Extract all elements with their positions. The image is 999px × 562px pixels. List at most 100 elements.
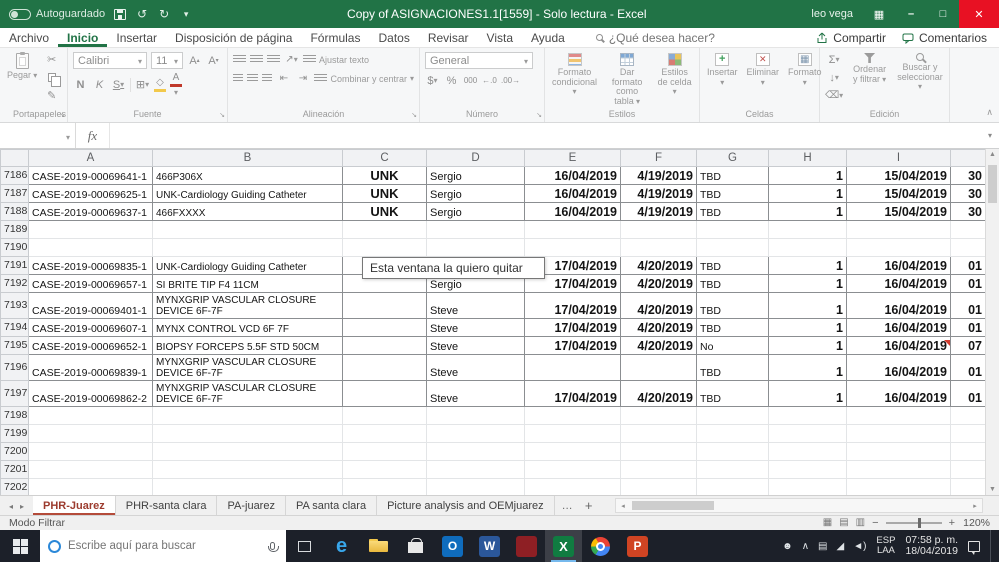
cell[interactable]: [768, 238, 847, 257]
row-header-7198[interactable]: 7198: [0, 406, 29, 425]
sort-filter-button[interactable]: Ordenar y filtrar: [848, 52, 891, 85]
cell[interactable]: CASE-2019-00069862-2: [28, 380, 153, 407]
cell[interactable]: 30: [950, 202, 986, 221]
cell[interactable]: TBD: [696, 202, 769, 221]
cell[interactable]: 1: [768, 184, 847, 203]
cell[interactable]: 15/04/2019: [846, 202, 951, 221]
ribbon-tab-datos[interactable]: Datos: [369, 28, 418, 47]
cell[interactable]: [28, 478, 153, 495]
cell[interactable]: [620, 478, 697, 495]
cell[interactable]: 01: [950, 274, 986, 293]
row-header-7190[interactable]: 7190: [0, 238, 29, 257]
scroll-down-icon[interactable]: [989, 486, 996, 493]
cell[interactable]: CASE-2019-00069839-1: [28, 354, 153, 381]
copy-icon[interactable]: [44, 70, 61, 87]
action-center-icon[interactable]: [968, 540, 980, 555]
cell[interactable]: [28, 220, 153, 239]
align-left-icon[interactable]: [233, 74, 244, 83]
sheet-tab-phr-juarez[interactable]: PHR-Juarez: [33, 496, 116, 515]
align-middle-icon[interactable]: [250, 55, 263, 64]
cell[interactable]: 01: [950, 292, 986, 319]
cell[interactable]: 4/20/2019: [620, 318, 697, 337]
cell[interactable]: [950, 442, 986, 461]
cell[interactable]: 30: [950, 166, 986, 185]
cell[interactable]: [696, 406, 769, 425]
row-header-7189[interactable]: 7189: [0, 220, 29, 239]
insert-function-button[interactable]: fx: [76, 123, 110, 148]
align-top-icon[interactable]: [233, 55, 246, 64]
column-header-b[interactable]: B: [152, 149, 343, 167]
cell[interactable]: [524, 238, 621, 257]
conditional-formatting-button[interactable]: Formato condicional: [550, 52, 599, 98]
orientation-icon[interactable]: [284, 52, 299, 67]
cell[interactable]: CASE-2019-00069607-1: [28, 318, 153, 337]
column-header-partial[interactable]: [950, 149, 986, 167]
scroll-right-icon[interactable]: [970, 502, 980, 510]
cell[interactable]: 16/04/2019: [524, 202, 621, 221]
decrease-font-icon[interactable]: A: [206, 53, 221, 68]
share-button[interactable]: Compartir: [816, 31, 886, 45]
zoom-out-icon[interactable]: [872, 518, 878, 528]
cell[interactable]: 1: [768, 354, 847, 381]
bold-button[interactable]: N: [73, 78, 88, 93]
restore-button[interactable]: [927, 0, 959, 28]
cell[interactable]: [620, 220, 697, 239]
cell[interactable]: [342, 424, 427, 443]
fill-color-icon[interactable]: ◇: [154, 78, 166, 92]
fill-icon[interactable]: [827, 70, 842, 85]
format-painter-icon[interactable]: [44, 88, 59, 103]
cell[interactable]: [620, 238, 697, 257]
column-header-a[interactable]: A: [28, 149, 153, 167]
column-header-f[interactable]: F: [620, 149, 697, 167]
redo-icon[interactable]: [158, 7, 170, 21]
cell[interactable]: [696, 220, 769, 239]
column-header-i[interactable]: I: [846, 149, 951, 167]
cell[interactable]: [768, 406, 847, 425]
underline-button[interactable]: S: [111, 78, 126, 93]
clock[interactable]: 07:58 p. m. 18/04/2019: [905, 534, 958, 558]
normal-view-icon[interactable]: [823, 518, 832, 528]
qat-customize-icon[interactable]: [180, 9, 192, 20]
cell[interactable]: No: [696, 336, 769, 355]
cell[interactable]: [426, 424, 525, 443]
number-format-select[interactable]: General: [425, 52, 533, 69]
increase-decimal-icon[interactable]: [482, 73, 497, 88]
cell[interactable]: UNK: [342, 202, 427, 221]
cell[interactable]: 15/04/2019: [846, 166, 951, 185]
vertical-scrollbar[interactable]: [985, 149, 999, 495]
cell[interactable]: 16/04/2019: [846, 292, 951, 319]
cell[interactable]: Steve: [426, 354, 525, 381]
comma-format-icon[interactable]: 000: [463, 73, 478, 88]
cell[interactable]: [620, 354, 697, 381]
new-sheet-button[interactable]: [580, 496, 598, 515]
insert-cells-button[interactable]: Insertar: [705, 52, 740, 88]
cell[interactable]: TBD: [696, 184, 769, 203]
sheet-tab-picture-analysis-and-oemjuarez[interactable]: Picture analysis and OEMjuarez: [377, 496, 555, 515]
taskbar-app-red-app-icon[interactable]: [508, 530, 545, 562]
people-icon[interactable]: ☻: [782, 541, 793, 552]
cell[interactable]: 4/20/2019: [620, 274, 697, 293]
scroll-left-icon[interactable]: [618, 502, 628, 510]
column-header-c[interactable]: C: [342, 149, 427, 167]
taskbar-app-excel-icon[interactable]: X: [545, 530, 582, 562]
cell[interactable]: [768, 460, 847, 479]
cell[interactable]: MYNX CONTROL VCD 6F 7F: [152, 318, 343, 337]
cell[interactable]: [768, 442, 847, 461]
cell[interactable]: [342, 478, 427, 495]
floating-textbox[interactable]: Esta ventana la quiero quitar: [362, 257, 545, 279]
row-header-7191[interactable]: 7191: [0, 256, 29, 275]
taskbar-app-powerpoint-icon[interactable]: P: [619, 530, 656, 562]
ribbon-display-options-icon[interactable]: [863, 0, 895, 28]
cell[interactable]: [524, 406, 621, 425]
cell[interactable]: SI BRITE TIP F4 11CM: [152, 274, 343, 293]
dialog-launcher-icon[interactable]: [59, 111, 65, 119]
column-header-d[interactable]: D: [426, 149, 525, 167]
cell[interactable]: [846, 442, 951, 461]
cell[interactable]: Steve: [426, 336, 525, 355]
cell[interactable]: [28, 406, 153, 425]
start-button[interactable]: [0, 530, 40, 562]
zoom-slider[interactable]: [885, 518, 942, 528]
cell[interactable]: 17/04/2019: [524, 292, 621, 319]
cell[interactable]: 01: [950, 256, 986, 275]
align-bottom-icon[interactable]: [267, 55, 280, 64]
